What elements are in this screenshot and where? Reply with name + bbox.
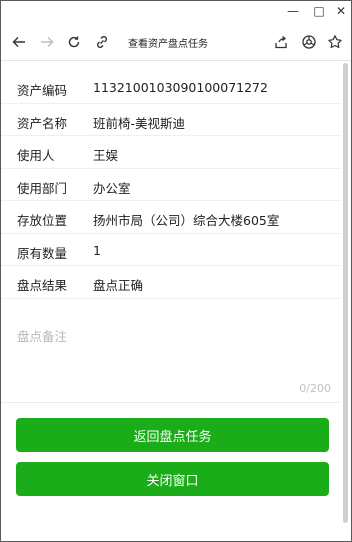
page-title: 查看资产盘点任务 xyxy=(128,39,208,50)
remark-textarea[interactable]: 盘点备注 0/200 xyxy=(1,317,341,403)
field-value: 王娱 xyxy=(93,148,119,163)
close-window-button[interactable]: ✕ xyxy=(327,1,352,21)
field-value: 办公室 xyxy=(93,180,131,196)
close-page-button[interactable]: 关闭窗口 xyxy=(16,462,329,496)
field-label: 存放位置 xyxy=(17,213,68,228)
scrollbar[interactable] xyxy=(343,63,348,523)
field-label: 资产名称 xyxy=(17,115,68,131)
link-icon[interactable] xyxy=(92,32,112,52)
browser-window: — □ ✕ 查看资产盘点任务 资产编码 11321001030901000712… xyxy=(0,0,352,542)
field-row-asset-code: 资产编码 1132100103090100071272 xyxy=(1,71,341,104)
minimize-button[interactable]: — xyxy=(279,1,307,21)
asset-detail-list: 资产编码 1132100103090100071272 资产名称 班前椅-美视斯… xyxy=(1,71,341,299)
field-row-location: 存放位置 扬州市局（公司）综合大楼605室 xyxy=(1,201,341,234)
star-icon[interactable] xyxy=(325,32,345,52)
field-value: 班前椅-美视斯迪 xyxy=(93,115,186,131)
browser-toolbar: 查看资产盘点任务 xyxy=(1,23,351,61)
field-label: 使用部门 xyxy=(17,180,68,196)
field-row-quantity: 原有数量 1 xyxy=(1,234,341,266)
char-counter: 0/200 xyxy=(299,382,331,395)
maximize-icon: □ xyxy=(313,4,325,18)
refresh-icon[interactable] xyxy=(64,32,84,52)
back-to-task-button[interactable]: 返回盘点任务 xyxy=(16,418,329,452)
field-value: 盘点正确 xyxy=(93,278,144,293)
field-row-result: 盘点结果 盘点正确 xyxy=(1,266,341,299)
forward-arrow-icon[interactable] xyxy=(37,32,57,52)
minimize-icon: — xyxy=(287,4,299,18)
field-value: 1 xyxy=(93,242,101,258)
field-value: 扬州市局（公司）综合大楼605室 xyxy=(93,213,280,228)
browser-icon[interactable] xyxy=(299,32,319,52)
field-row-asset-name: 资产名称 班前椅-美视斯迪 xyxy=(1,104,341,136)
remark-placeholder: 盘点备注 xyxy=(17,329,68,344)
field-label: 盘点结果 xyxy=(17,278,68,293)
close-icon: ✕ xyxy=(335,4,347,18)
field-label: 资产编码 xyxy=(17,83,68,98)
field-label: 使用人 xyxy=(17,148,55,163)
field-row-department: 使用部门 办公室 xyxy=(1,169,341,201)
field-label: 原有数量 xyxy=(17,245,68,261)
back-arrow-icon[interactable] xyxy=(9,32,29,52)
share-icon[interactable] xyxy=(271,32,291,52)
field-value: 1132100103090100071272 xyxy=(93,80,268,95)
field-row-user: 使用人 王娱 xyxy=(1,136,341,169)
window-title-bar: — □ ✕ xyxy=(1,1,351,21)
